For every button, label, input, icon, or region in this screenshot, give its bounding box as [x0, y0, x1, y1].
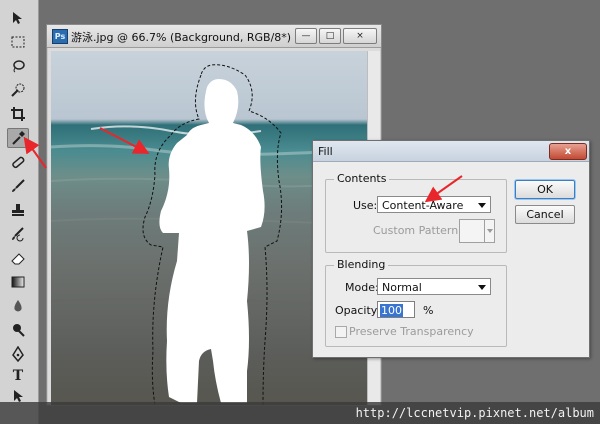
- document-title-bar[interactable]: Ps 游泳.jpg @ 66.7% (Background, RGB/8*) *…: [47, 25, 381, 48]
- minimize-button[interactable]: —: [295, 28, 317, 44]
- mode-dropdown-value: Normal: [382, 281, 422, 294]
- document-title: 游泳.jpg @ 66.7% (Background, RGB/8*) *: [71, 31, 301, 44]
- lasso-tool-icon[interactable]: [7, 56, 29, 76]
- move-tool-icon[interactable]: [7, 8, 29, 28]
- type-tool-icon[interactable]: T: [7, 366, 29, 386]
- mode-label: Mode:: [345, 281, 379, 294]
- crop-tool-icon[interactable]: [7, 104, 29, 124]
- preserve-transparency-label: Preserve Transparency: [349, 325, 474, 338]
- gradient-tool-icon[interactable]: [7, 272, 29, 292]
- use-dropdown-value: Content-Aware: [382, 199, 464, 212]
- eyedropper-tool-icon[interactable]: [7, 128, 29, 148]
- dodge-tool-icon[interactable]: [7, 320, 29, 340]
- history-brush-tool-icon[interactable]: [7, 224, 29, 244]
- dialog-title-bar[interactable]: Fill x: [313, 141, 589, 162]
- opacity-input[interactable]: 100: [377, 301, 415, 318]
- custom-pattern-label: Custom Pattern:: [373, 224, 462, 237]
- brush-tool-icon[interactable]: [7, 176, 29, 196]
- quick-selection-tool-icon[interactable]: [7, 80, 29, 100]
- opacity-value: 100: [380, 304, 403, 317]
- blending-group-label: Blending: [334, 258, 389, 271]
- dialog-title: Fill: [318, 145, 333, 158]
- healing-brush-tool-icon[interactable]: [7, 152, 29, 172]
- cancel-button[interactable]: Cancel: [515, 205, 575, 224]
- chevron-down-icon: [478, 285, 486, 290]
- dialog-close-button[interactable]: x: [549, 143, 587, 160]
- chevron-down-icon: [478, 203, 486, 208]
- opacity-label: Opacity:: [335, 304, 381, 317]
- use-dropdown[interactable]: Content-Aware: [377, 196, 491, 213]
- selection-fill-shape: [159, 79, 265, 403]
- ok-button[interactable]: OK: [515, 180, 575, 199]
- clone-stamp-tool-icon[interactable]: [7, 200, 29, 220]
- pen-tool-icon[interactable]: [7, 344, 29, 364]
- fill-dialog: Fill x Contents Use: Content-Aware Custo…: [312, 140, 590, 358]
- custom-pattern-picker: [459, 219, 495, 243]
- marquee-tool-icon[interactable]: [7, 32, 29, 52]
- photoshop-logo-icon: Ps: [52, 29, 68, 44]
- watermark-bar: http://lccnetvip.pixnet.net/album: [0, 402, 600, 424]
- eraser-tool-icon[interactable]: [7, 248, 29, 268]
- use-label: Use:: [353, 199, 378, 212]
- contents-group-label: Contents: [334, 172, 390, 185]
- opacity-unit: %: [423, 304, 434, 317]
- watermark-url: http://lccnetvip.pixnet.net/album: [355, 406, 594, 420]
- preserve-transparency-checkbox[interactable]: [335, 326, 347, 338]
- tools-panel: T: [0, 0, 39, 424]
- mode-dropdown[interactable]: Normal: [377, 278, 491, 295]
- chevron-down-icon: [487, 229, 493, 233]
- blur-tool-icon[interactable]: [7, 296, 29, 316]
- close-window-button[interactable]: ×: [343, 28, 377, 44]
- maximize-button[interactable]: □: [319, 28, 341, 44]
